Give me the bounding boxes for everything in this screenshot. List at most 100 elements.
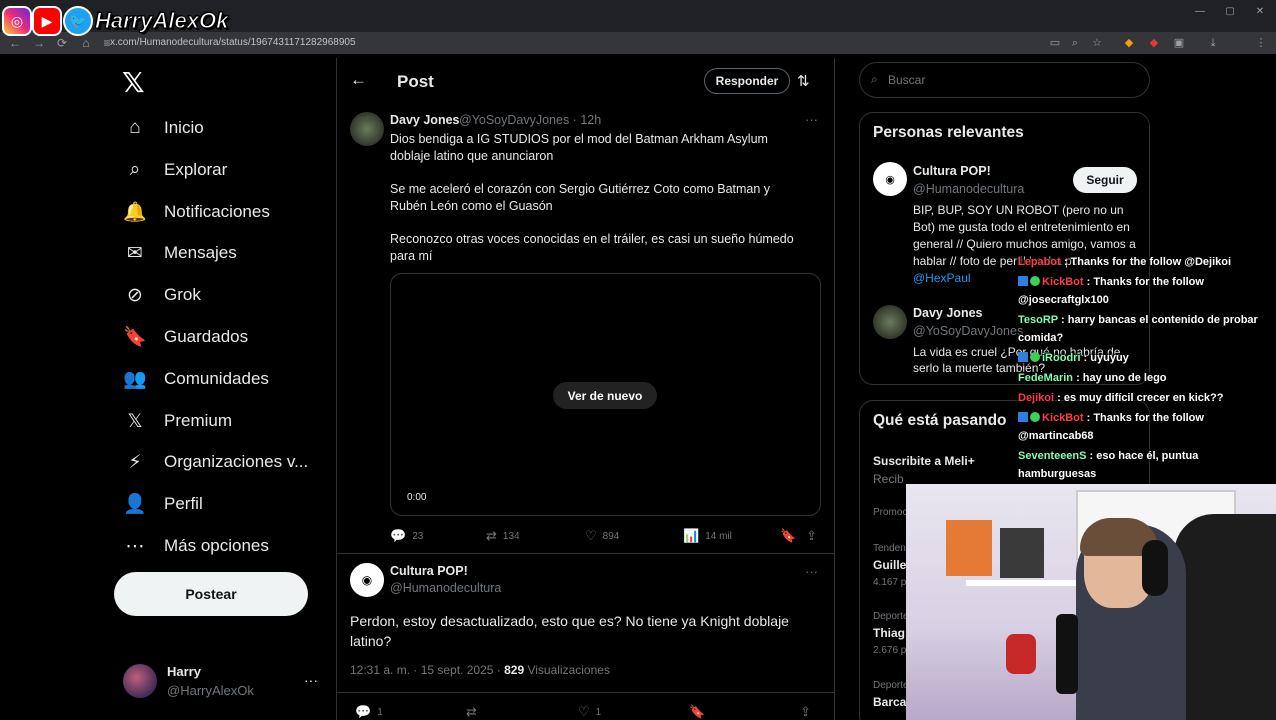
sidebar-item-label: Mensajes (164, 243, 237, 262)
trend-name[interactable]: Thiag (873, 626, 905, 640)
trend-name[interactable]: Guille (873, 558, 906, 572)
repost-icon: ⇄ (466, 704, 477, 719)
sidebar-item-guardados[interactable]: 🔖 Guardados (123, 317, 248, 357)
sidebar-icon: 👥 (123, 369, 147, 390)
sidebar-item-comunidades[interactable]: 👥 Comunidades (123, 359, 269, 399)
account-more-icon[interactable]: ··· (304, 672, 318, 688)
tweet-author-name[interactable]: Davy Jones (390, 113, 459, 127)
sidebar-item-explorar[interactable]: ⌕ Explorar (124, 150, 228, 190)
extension-icon[interactable]: ◆ (1145, 34, 1163, 52)
bookmark-action[interactable]: 🔖 (780, 528, 796, 544)
x-logo-icon[interactable]: 𝕏 (122, 66, 145, 99)
extension-icon[interactable]: ◆ (1120, 34, 1138, 52)
relevant-handle[interactable]: @YoSoyDavyJones (913, 324, 1023, 338)
sidebar-icon: ⊘ (127, 284, 143, 306)
bookmark-star-icon[interactable]: ☆ (1088, 34, 1106, 52)
sidebar-icon: 🔖 (123, 327, 147, 348)
browser-home-icon[interactable]: ⌂ (77, 34, 95, 52)
sidebar-item-label: Premium (164, 411, 233, 430)
tweet-text: Se me aceleró el corazón con Sergio Guti… (390, 182, 771, 213)
bookmark-action[interactable]: 🔖 (689, 704, 705, 720)
window-minimize-icon[interactable]: — (1190, 6, 1210, 22)
replay-button[interactable]: Ver de nuevo (553, 382, 657, 409)
url-bar[interactable]: x.com/Humanodecultura/status/19674311712… (110, 35, 1040, 51)
sidebar-icon: 👤 (123, 494, 147, 515)
filter-icon[interactable]: ⇅ (797, 72, 810, 90)
sidebar-item-perfil[interactable]: 👤 Perfil (123, 484, 203, 524)
tweet-more-icon[interactable]: ··· (805, 564, 818, 579)
sidebar-item-organizaciones-v[interactable]: ⚡ Organizaciones v... (124, 442, 308, 482)
back-arrow-icon[interactable]: ← (350, 70, 367, 90)
column-divider (336, 58, 337, 720)
tweet-divider (337, 553, 834, 554)
like-action[interactable]: ♡ 1 (578, 704, 601, 720)
webcam-chair (1174, 514, 1276, 720)
relevant-name[interactable]: Davy Jones (913, 306, 982, 320)
tweet-author-avatar[interactable] (350, 112, 384, 146)
relevant-avatar[interactable]: ◉ (873, 162, 907, 196)
zoom-icon[interactable]: ⌕ (1066, 34, 1084, 52)
chat-message: SeventeeenS : eso hace él, puntua hambur… (1018, 447, 1268, 483)
reply-count: 1 (377, 706, 383, 718)
download-icon[interactable]: ⤓ (1204, 34, 1222, 52)
repost-action[interactable]: ⇄ 134 (486, 528, 520, 544)
browser-forward-icon[interactable]: → (30, 34, 48, 52)
sidebar-item-grok[interactable]: ⊘ Grok (124, 275, 201, 315)
share-action[interactable]: ⇪ (806, 528, 817, 544)
promo-title[interactable]: Suscribite a Meli+ (873, 454, 975, 468)
webcam-feed (906, 484, 1276, 720)
chat-badge-icon (1018, 412, 1028, 422)
browser-reload-icon[interactable]: ⟳ (53, 34, 71, 52)
chat-username: iRoodri (1042, 352, 1081, 364)
tweet-more-icon[interactable]: ··· (805, 112, 818, 127)
webcam-poster (1000, 528, 1044, 578)
sidebar-item-mensajes[interactable]: ✉ Mensajes (124, 233, 237, 273)
extensions-puzzle-icon[interactable]: ▣ (1170, 34, 1188, 52)
reply-action[interactable]: 💬 23 (390, 528, 423, 544)
relevant-handle[interactable]: @Humanodecultura (913, 182, 1024, 196)
window-maximize-icon[interactable]: ▢ (1220, 6, 1240, 22)
repost-action[interactable]: ⇄ (466, 704, 477, 720)
views-action[interactable]: 📊 14 mil (683, 528, 732, 544)
chat-badge-icon (1018, 276, 1028, 286)
tweet-author-name[interactable]: Cultura POP! (390, 564, 468, 578)
tweet-author-handle[interactable]: @Humanodecultura (390, 581, 501, 595)
search-input[interactable] (859, 62, 1150, 98)
tweet-author-meta[interactable]: @YoSoyDavyJones · 12h (459, 113, 601, 127)
tweet-views-count: 829 (504, 663, 525, 677)
reply-icon: 💬 (355, 704, 372, 719)
share-icon: ⇪ (806, 528, 817, 543)
reply-button[interactable]: Responder (704, 68, 790, 94)
chat-message: Dejikoi : es muy difícil crecer en kick?… (1018, 389, 1268, 407)
sidebar-icon: 𝕏 (127, 410, 143, 432)
relevant-name[interactable]: Cultura POP! (913, 164, 991, 178)
share-action[interactable]: ⇪ (800, 704, 811, 720)
trend-name[interactable]: Barca (873, 695, 906, 709)
browser-back-icon[interactable]: ← (6, 34, 24, 52)
sidebar-item-premium[interactable]: 𝕏 Premium (124, 401, 232, 441)
chat-message: KickBot : Thanks for the follow @josecra… (1018, 273, 1268, 309)
instagram-icon: ◎ (2, 6, 32, 36)
post-button[interactable]: Postear (114, 572, 308, 616)
trend-count: 2.676 p (873, 645, 907, 656)
like-action[interactable]: ♡ 894 (585, 528, 619, 544)
repost-count: 134 (502, 530, 520, 542)
repost-icon: ⇄ (486, 528, 497, 543)
follow-button[interactable]: Seguir (1073, 167, 1137, 193)
views-count: 14 mil (705, 530, 732, 542)
chat-text: : es muy difícil crecer en kick?? (1054, 392, 1224, 404)
chat-username: FedeMarin (1018, 372, 1074, 384)
cast-icon[interactable]: ▭ (1046, 34, 1064, 52)
reply-action[interactable]: 💬 1 (355, 704, 383, 720)
user-avatar[interactable] (123, 664, 157, 698)
bookmark-icon: 🔖 (689, 704, 706, 719)
relevant-avatar[interactable] (873, 305, 907, 339)
tweet-author-avatar[interactable]: ◉ (350, 563, 384, 597)
chat-username: TesoRP (1018, 314, 1058, 326)
window-close-icon[interactable]: ✕ (1250, 6, 1270, 22)
sidebar-item-más-opciones[interactable]: ⋯ Más opciones (124, 526, 269, 566)
sidebar-item-inicio[interactable]: ⌂ Inicio (124, 108, 203, 148)
bio-mention-link[interactable]: @HexPaul (913, 271, 971, 285)
sidebar-item-notificaciones[interactable]: 🔔 Notificaciones (123, 192, 270, 232)
browser-menu-icon[interactable]: ⋮ (1252, 34, 1270, 52)
